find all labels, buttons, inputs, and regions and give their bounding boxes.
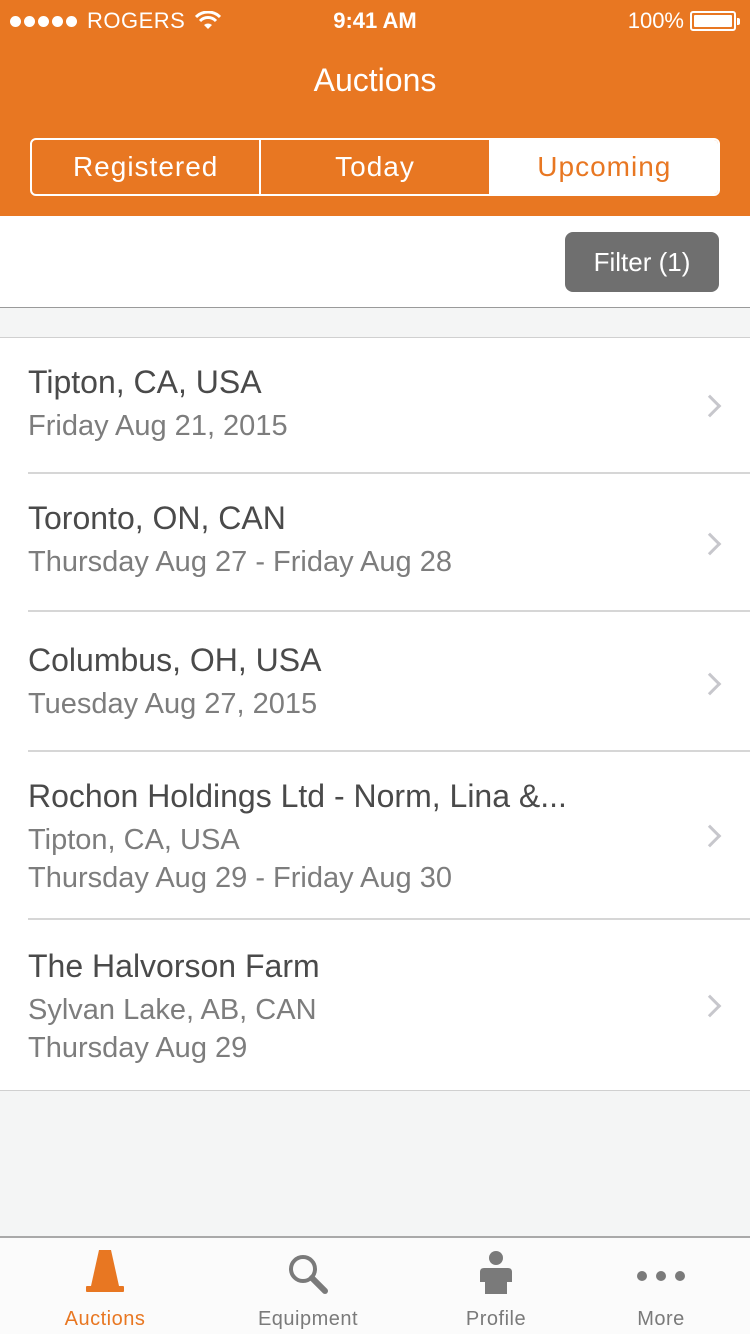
auction-title: Rochon Holdings Ltd - Norm, Lina &...	[28, 778, 567, 814]
segment-today[interactable]: Today	[259, 140, 488, 194]
tab-profile[interactable]: Profile	[411, 1238, 581, 1334]
tab-label: More	[637, 1308, 685, 1330]
page-title: Auctions	[313, 62, 437, 98]
auction-title: The Halvorson Farm	[28, 948, 320, 984]
cone-icon	[86, 1250, 124, 1292]
auction-date: Thursday Aug 29 - Friday Aug 30	[28, 862, 452, 894]
tab-more[interactable]: More	[576, 1238, 746, 1334]
auction-segmented-control: Registered Today Upcoming	[30, 138, 720, 196]
tab-label: Profile	[465, 1308, 527, 1330]
tab-bar: Auctions Equipment Profile More	[0, 1236, 750, 1334]
auction-row-tipton[interactable]: Tipton, CA, USA Friday Aug 21, 2015	[0, 338, 750, 474]
segment-registered[interactable]: Registered	[32, 140, 259, 194]
auction-row-rochon[interactable]: Rochon Holdings Ltd - Norm, Lina &... Ti…	[0, 752, 750, 920]
person-icon	[480, 1251, 512, 1294]
status-bar: ROGERS 9:41 AM 100%	[0, 0, 750, 40]
chevron-right-icon	[698, 532, 722, 556]
auction-list: Tipton, CA, USA Friday Aug 21, 2015 Toro…	[0, 337, 750, 1091]
search-icon	[289, 1255, 328, 1294]
auction-row-toronto[interactable]: Toronto, ON, CAN Thursday Aug 27 - Frida…	[0, 474, 750, 612]
auction-title: Tipton, CA, USA	[28, 364, 262, 400]
auction-row-halvorson[interactable]: The Halvorson Farm Sylvan Lake, AB, CAN …	[0, 920, 750, 1090]
auction-date: Thursday Aug 29	[28, 1032, 248, 1064]
auction-date: Tuesday Aug 27, 2015	[28, 688, 318, 720]
battery-icon	[690, 11, 740, 31]
battery-percent: 100%	[627, 8, 684, 33]
auction-row-columbus[interactable]: Columbus, OH, USA Tuesday Aug 27, 2015	[0, 612, 750, 752]
auction-location: Tipton, CA, USA	[28, 824, 240, 856]
tab-label: Auctions	[64, 1308, 146, 1330]
status-right: 100%	[627, 8, 740, 34]
chevron-right-icon	[698, 394, 722, 418]
tab-equipment[interactable]: Equipment	[223, 1238, 393, 1334]
auction-title: Toronto, ON, CAN	[28, 500, 286, 536]
auction-location: Sylvan Lake, AB, CAN	[28, 994, 317, 1026]
segment-upcoming[interactable]: Upcoming	[488, 140, 718, 194]
chevron-right-icon	[698, 672, 722, 696]
app-header: ROGERS 9:41 AM 100% Auctions Registered …	[0, 0, 750, 216]
auction-title: Columbus, OH, USA	[28, 642, 322, 678]
tab-label: Equipment	[257, 1308, 359, 1330]
more-dots-icon	[637, 1271, 685, 1281]
filter-button[interactable]: Filter (1)	[565, 232, 719, 292]
auction-date: Thursday Aug 27 - Friday Aug 28	[28, 546, 452, 578]
auction-date: Friday Aug 21, 2015	[28, 410, 288, 442]
chevron-right-icon	[698, 824, 722, 848]
chevron-right-icon	[698, 994, 722, 1018]
filter-bar: Filter (1)	[0, 216, 750, 308]
tab-auctions[interactable]: Auctions	[20, 1238, 190, 1334]
